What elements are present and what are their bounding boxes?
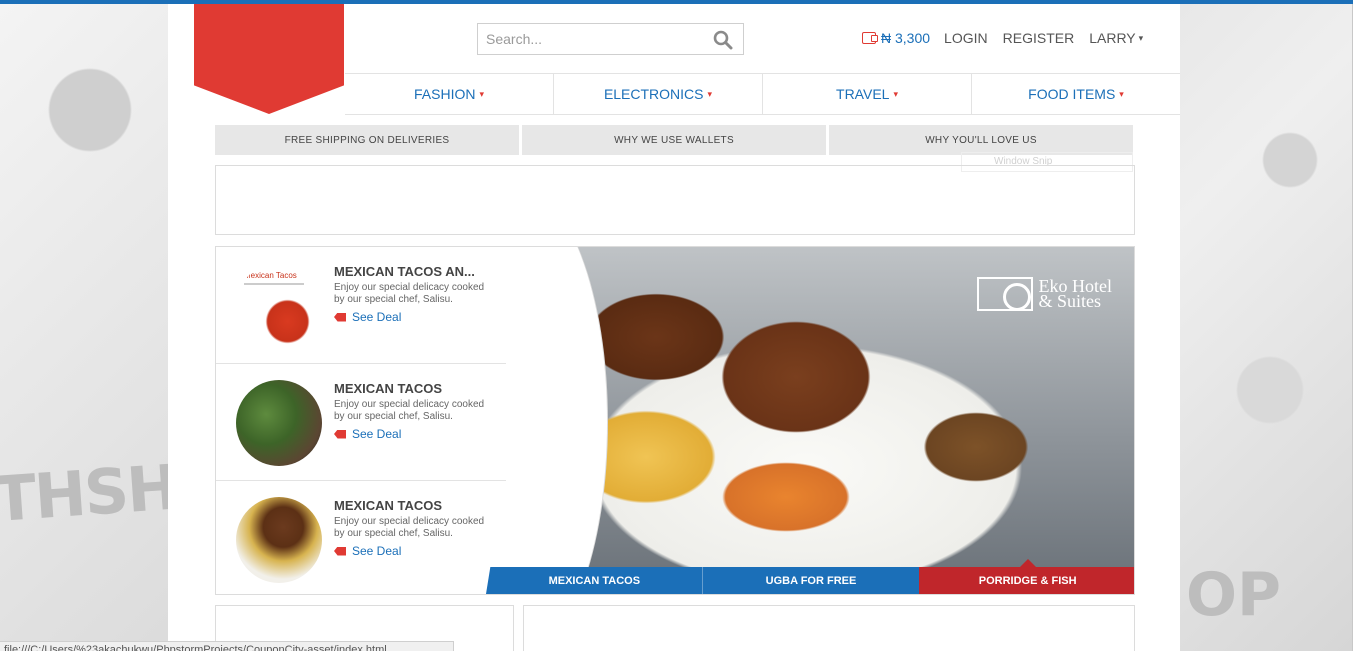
deal-description: Enjoy our special delicacy cooked by our…: [334, 516, 485, 539]
deal-thumbnail[interactable]: Mexican Tacos: [236, 263, 322, 349]
search-icon[interactable]: [713, 30, 733, 50]
see-deal-label: See Deal: [352, 310, 402, 324]
login-link[interactable]: LOGIN: [944, 30, 988, 46]
info-why-love-us[interactable]: WHY YOU'LL LOVE US: [829, 125, 1133, 155]
nav-item-fashion[interactable]: FASHION ▾: [345, 74, 553, 114]
thumbnail-line: [244, 283, 304, 285]
nav-item-food-items[interactable]: FOOD ITEMS ▾: [971, 74, 1180, 114]
tag-icon: [334, 312, 346, 322]
deal-description: Enjoy our special delicacy cooked by our…: [334, 399, 485, 422]
deal-text: MEXICAN TACOS Enjoy our special delicacy…: [334, 381, 494, 441]
list-item[interactable]: MEXICAN TACOS Enjoy our special delicacy…: [216, 364, 506, 481]
deal-text: MEXICAN TACOS Enjoy our special delicacy…: [334, 498, 494, 558]
ad-banner: [215, 165, 1135, 235]
deal-title[interactable]: MEXICAN TACOS: [334, 381, 494, 396]
browser-status-bar: file:///C:/Users/%23akachukwu/PhpstormPr…: [0, 641, 454, 651]
chevron-down-icon: ▾: [707, 88, 713, 99]
main-navigation: FASHION ▾ ELECTRONICS ▾ TRAVEL ▾ FOOD ITEMS…: [345, 73, 1180, 115]
deal-thumbnail[interactable]: [236, 380, 322, 466]
chevron-down-icon: ▾: [1119, 88, 1124, 99]
wallet-balance[interactable]: ₦ 3,300: [862, 30, 930, 46]
wallet-icon: [862, 32, 878, 44]
see-deal-link[interactable]: See Deal: [334, 544, 494, 558]
logo-ribbon[interactable]: [194, 4, 344, 114]
see-deal-link[interactable]: See Deal: [334, 310, 494, 324]
see-deal-label: See Deal: [352, 544, 402, 558]
deal-thumbnail[interactable]: [236, 497, 322, 583]
chevron-down-icon: ▾: [893, 88, 898, 99]
page-container: ₦ 3,300 LOGIN REGISTER LARRY ▾ FASHION▾ …: [168, 4, 1180, 651]
deal-title[interactable]: MEXICAN TACOS: [334, 498, 494, 513]
nav-item-travel[interactable]: TRAVEL ▾: [762, 74, 971, 114]
chevron-down-icon: ▾: [1138, 32, 1144, 43]
deal-text: MEXICAN TACOS AN... Enjoy our special de…: [334, 264, 494, 324]
nav-label: FOOD ITEMS: [1028, 86, 1116, 102]
slider-tabs: MEXICAN TACOS UGBA FOR FREE PORRIDGE & F…: [486, 559, 1134, 594]
logo-line-2: & Suites: [1038, 291, 1102, 311]
tab-ugba-for-free[interactable]: UGBA FOR FREE: [702, 567, 920, 594]
nav-item-electronics[interactable]: ELECTRONICS ▾: [553, 74, 762, 114]
deal-list: Mexican Tacos MEXICAN TACOS AN... Enjoy …: [216, 247, 506, 594]
register-link[interactable]: REGISTER: [1003, 30, 1075, 46]
hotel-logo-icon: [976, 277, 1033, 311]
username: LARRY: [1089, 30, 1136, 46]
nav-label: TRAVEL: [836, 86, 890, 102]
deal-description: Enjoy our special delicacy cooked by our…: [334, 282, 485, 305]
nav-label: ELECTRONICS: [603, 86, 704, 102]
background-shop-lettering-right: OP: [1186, 560, 1281, 630]
deal-slider: Eko Hotel & Suites Mexican Tacos MEXICAN…: [215, 246, 1135, 595]
tab-mexican-tacos[interactable]: MEXICAN TACOS: [486, 567, 703, 594]
info-free-shipping[interactable]: FREE SHIPPING ON DELIVERIES: [215, 125, 519, 155]
chevron-down-icon: ▾: [479, 88, 484, 99]
see-deal-label: See Deal: [352, 427, 402, 441]
hotel-logo-text: Eko Hotel & Suites: [1038, 277, 1113, 311]
hotel-logo: Eko Hotel & Suites: [976, 277, 1113, 311]
deal-title[interactable]: MEXICAN TACOS AN...: [334, 264, 494, 279]
nav-label: FASHION: [414, 86, 476, 102]
list-item[interactable]: Mexican Tacos MEXICAN TACOS AN... Enjoy …: [216, 247, 506, 364]
info-why-wallets[interactable]: WHY WE USE WALLETS: [522, 125, 826, 155]
search-input[interactable]: [478, 24, 698, 54]
thumbnail-title: Mexican Tacos: [244, 271, 297, 280]
info-bar: FREE SHIPPING ON DELIVERIES WHY WE USE W…: [215, 125, 1133, 155]
user-navigation: ₦ 3,300 LOGIN REGISTER LARRY ▾: [862, 28, 1143, 48]
wallet-amount: ₦ 3,300: [881, 30, 931, 46]
bottom-right-panel: [523, 605, 1135, 651]
search-box: [477, 23, 744, 55]
list-item[interactable]: MEXICAN TACOS Enjoy our special delicacy…: [216, 481, 506, 594]
tag-icon: [334, 546, 346, 556]
see-deal-link[interactable]: See Deal: [334, 427, 494, 441]
user-menu[interactable]: LARRY ▾: [1089, 30, 1143, 46]
tab-porridge-fish[interactable]: PORRIDGE & FISH: [919, 559, 1134, 594]
tag-icon: [334, 429, 346, 439]
